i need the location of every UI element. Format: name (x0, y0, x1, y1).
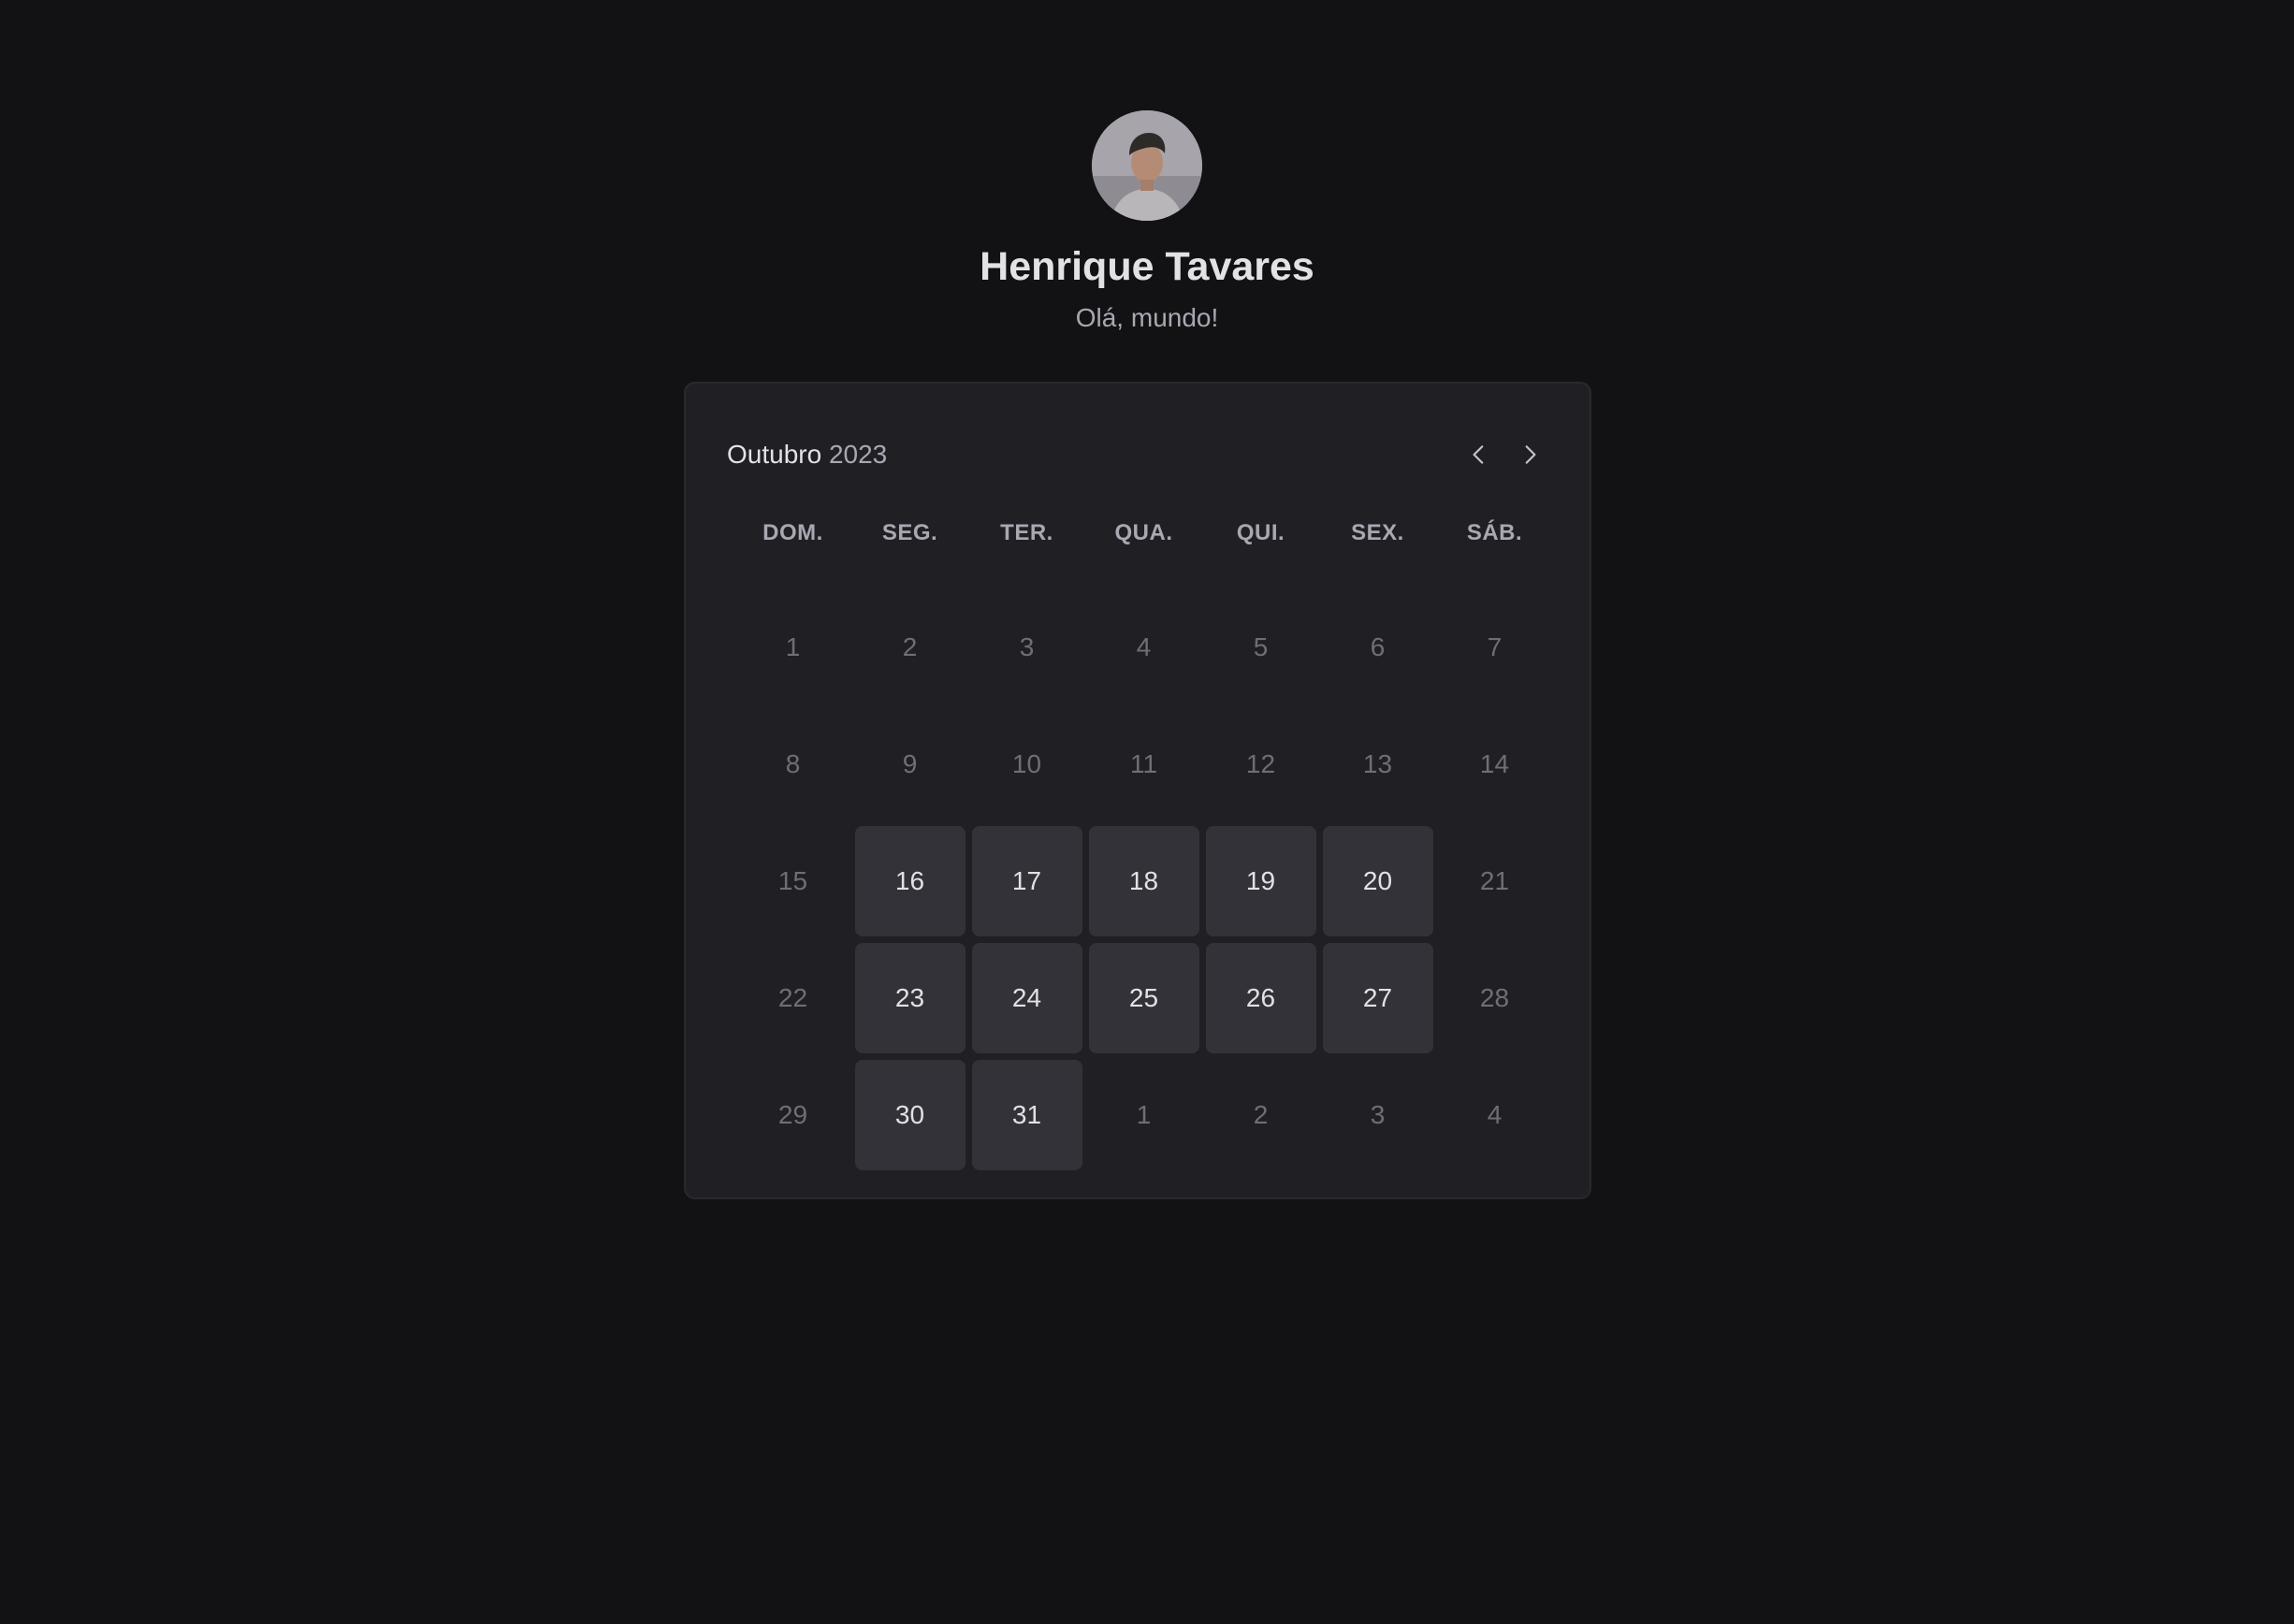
calendar-day-button[interactable]: 23 (854, 942, 966, 1053)
calendar-day-disabled: 3 (1370, 1099, 1386, 1129)
calendar-day-button[interactable]: 16 (854, 825, 966, 936)
calendar-day-disabled: 9 (902, 748, 918, 778)
calendar-day-disabled: 2 (1253, 1099, 1269, 1129)
calendar-day-button[interactable]: 17 (971, 825, 1082, 936)
calendar: Outubro 2023 DOM. SEG. TER. QUA. QUI. SE… (684, 382, 1591, 1199)
calendar-day-disabled: 29 (777, 1099, 808, 1129)
calendar-day-disabled: 8 (785, 748, 801, 778)
calendar-day-disabled: 4 (1136, 631, 1152, 661)
next-month-button[interactable] (1511, 436, 1548, 473)
calendar-days-grid: 1 2 3 4 5 6 7 8 9 10 11 12 13 14 15 16 17 18 19 20 21 22 23 24 2… (734, 588, 1553, 1173)
page: Henrique Tavares Olá, mundo! Outubro 202… (0, 0, 2294, 1624)
calendar-day-button[interactable]: 24 (971, 942, 1082, 1053)
weekday-label: SEG. (881, 520, 938, 545)
avatar (1092, 110, 1202, 221)
calendar-day-disabled: 1 (1136, 1099, 1152, 1129)
calendar-day-disabled: 6 (1370, 631, 1386, 661)
calendar-day-disabled: 2 (902, 631, 918, 661)
calendar-day-disabled: 22 (777, 982, 808, 1012)
calendar-day-button[interactable]: 30 (854, 1059, 966, 1170)
profile-bio: Olá, mundo! (1075, 303, 1219, 332)
profile-name: Henrique Tavares (980, 244, 1314, 289)
weekday-label: SÁB. (1466, 520, 1523, 545)
calendar-day-button[interactable]: 31 (971, 1059, 1082, 1170)
weekday-label: TER. (1000, 520, 1053, 545)
chevron-left-icon (1473, 445, 1484, 464)
calendar-day-disabled: 21 (1479, 865, 1510, 895)
calendar-day-button[interactable]: 20 (1322, 825, 1433, 936)
calendar-month: Outubro (727, 440, 822, 469)
calendar-day-disabled: 3 (1019, 631, 1035, 661)
calendar-day-disabled: 11 (1129, 748, 1158, 778)
calendar-day-button[interactable]: 19 (1205, 825, 1316, 936)
weekday-label: DOM. (762, 520, 823, 545)
calendar-day-disabled: 15 (777, 865, 808, 895)
calendar-day-disabled: 5 (1253, 631, 1269, 661)
calendar-day-disabled: 10 (1011, 748, 1042, 778)
calendar-day-disabled: 4 (1487, 1099, 1503, 1129)
calendar-day-button[interactable]: 25 (1088, 942, 1199, 1053)
weekday-header-row: DOM. SEG. TER. QUA. QUI. SEX. SÁB. (734, 505, 1553, 561)
calendar-year: 2023 (828, 440, 888, 469)
calendar-day-button[interactable]: 27 (1322, 942, 1433, 1053)
calendar-header: Outubro 2023 (727, 425, 1548, 485)
calendar-day-disabled: 7 (1487, 631, 1503, 661)
weekday-label: QUI. (1236, 520, 1285, 545)
calendar-day-disabled: 28 (1479, 982, 1510, 1012)
calendar-day-button[interactable]: 18 (1088, 825, 1199, 936)
calendar-day-disabled: 1 (785, 631, 801, 661)
calendar-title: Outubro 2023 (727, 438, 887, 471)
avatar-photo (1092, 110, 1202, 221)
chevron-right-icon (1525, 445, 1536, 464)
previous-month-button[interactable] (1460, 436, 1498, 473)
weekday-label: SEX. (1351, 520, 1404, 545)
profile-header: Henrique Tavares Olá, mundo! (0, 110, 2294, 335)
calendar-navigation (1460, 436, 1548, 473)
calendar-day-button[interactable]: 26 (1205, 942, 1316, 1053)
calendar-day-disabled: 13 (1362, 748, 1393, 778)
calendar-day-disabled: 12 (1245, 748, 1276, 778)
weekday-label: QUA. (1114, 520, 1173, 545)
calendar-day-disabled: 14 (1479, 748, 1510, 778)
